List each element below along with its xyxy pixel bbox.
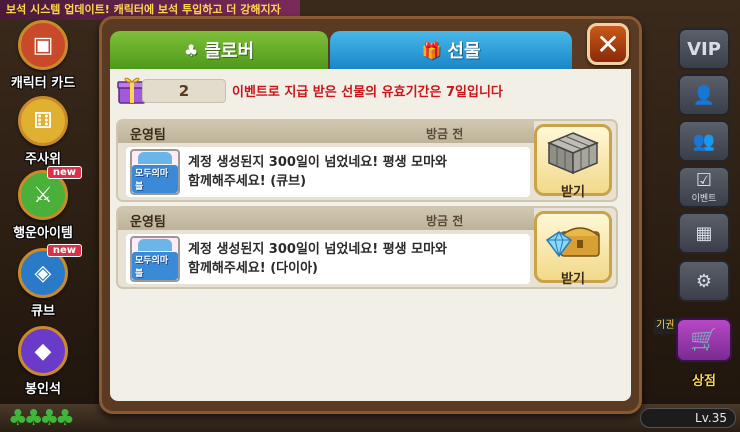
validity-notice: 이벤트로 지급 받은 선물의 유효기간은 7일입니다 <box>232 85 503 100</box>
sender-name: 운영팀 <box>130 215 166 230</box>
menu-lucky-item[interactable]: new ⚔ 행운아이템 <box>0 166 86 241</box>
info-row: 2 이벤트로 지급 받은 선물의 유효기간은 7일입니다 <box>116 73 621 107</box>
calendar-icon: ▦ <box>695 222 713 244</box>
gift-header: 운영팀 방금 전 <box>118 208 534 230</box>
gift-message-box: 모두의마블 계정 생성된지 300일이 넘었네요! 평생 모마와 함께해주세요!… <box>126 234 530 284</box>
add-friend-button[interactable]: 👤 <box>678 74 730 116</box>
menu-character-card[interactable]: ▣ 캐릭터 카드 <box>0 20 86 91</box>
tab-gift[interactable]: 🎁 선물 <box>330 31 572 69</box>
gift-icon: 🎁 <box>421 40 442 60</box>
gift-panel: 2 이벤트로 지급 받은 선물의 유효기간은 7일입니다 운영팀 방금 전 모두… <box>110 69 631 401</box>
new-badge: new <box>46 166 82 179</box>
gift-list: 운영팀 방금 전 모두의마블 계정 생성된지 300일이 넘었네요! 평생 모마… <box>116 119 620 293</box>
receive-button[interactable]: 받기 <box>534 211 612 287</box>
shop-button[interactable]: 🛒 <box>676 318 732 362</box>
menu-seal-stone[interactable]: ◆ 봉인석 <box>0 326 86 397</box>
gift-dialog: ♣ 클로버 🎁 선물 ✕ 2 이벤트로 지급 받은 선물의 유효기간은 7일입니… <box>99 16 642 414</box>
character-card-icon: ▣ <box>18 20 68 70</box>
checklist-icon: ☑ <box>695 170 713 191</box>
level-bar: Lv.35 <box>640 408 736 428</box>
clover-icon: ♣♣♣♣ <box>8 406 75 431</box>
event-button[interactable]: ☑ 이벤트 <box>678 166 730 208</box>
add-user-icon: 👤 <box>692 84 716 106</box>
menu-dice[interactable]: ⚅ 주사위 <box>0 96 86 167</box>
clover-icon: ♣ <box>183 40 199 60</box>
users-icon: 👥 <box>692 130 716 152</box>
shop-label: 상점 <box>692 374 716 389</box>
left-menu: ▣ 캐릭터 카드 ⚅ 주사위 new ⚔ 행운아이템 new ◈ 큐브 ◆ 봉인… <box>0 20 90 400</box>
gift-message: 계정 생성된지 300일이 넘었네요! 평생 모마와 함께해주세요! (다이아) <box>188 242 448 276</box>
gift-item: 운영팀 방금 전 모두의마블 계정 생성된지 300일이 넘었네요! 평생 모마… <box>116 119 618 202</box>
gift-time: 방금 전 <box>426 127 464 141</box>
gift-time: 방금 전 <box>426 214 464 228</box>
game-logo: 모두의마블 <box>130 149 180 195</box>
gift-count: 2 <box>142 79 226 103</box>
new-badge: new <box>46 244 82 257</box>
receive-button[interactable]: 받기 <box>534 124 612 200</box>
tab-clover[interactable]: ♣ 클로버 <box>110 31 328 69</box>
gift-message-box: 모두의마블 계정 생성된지 300일이 넘었네요! 평생 모마와 함께해주세요!… <box>126 147 530 197</box>
diamond-chest-icon <box>545 227 600 258</box>
gear-icon: ⚙ <box>695 270 713 292</box>
gift-message: 계정 생성된지 300일이 넘었네요! 평생 모마와 함께해주세요! (큐브) <box>188 155 448 189</box>
close-button[interactable]: ✕ <box>587 23 629 65</box>
settings-button[interactable]: ⚙ <box>678 260 730 302</box>
gift-item: 운영팀 방금 전 모두의마블 계정 생성된지 300일이 넘었네요! 평생 모마… <box>116 206 618 289</box>
vip-button[interactable]: VIP <box>678 28 730 70</box>
game-logo: 모두의마블 <box>130 236 180 282</box>
menu-cube[interactable]: new ◈ 큐브 <box>0 244 86 319</box>
cart-icon: 🛒 <box>690 327 718 353</box>
dice-icon: ⚅ <box>18 96 68 146</box>
close-icon: ✕ <box>596 27 620 61</box>
gem-icon: ◆ <box>18 326 68 376</box>
cube-item-icon <box>547 132 599 175</box>
gift-header: 운영팀 방금 전 <box>118 121 534 143</box>
right-menu: VIP 👤 👥 ☑ 이벤트 ▦ ⚙ 기권 🛒 상점 <box>654 20 740 400</box>
calendar-button[interactable]: ▦ <box>678 212 730 254</box>
friends-button[interactable]: 👥 <box>678 120 730 162</box>
sender-name: 운영팀 <box>130 128 166 143</box>
